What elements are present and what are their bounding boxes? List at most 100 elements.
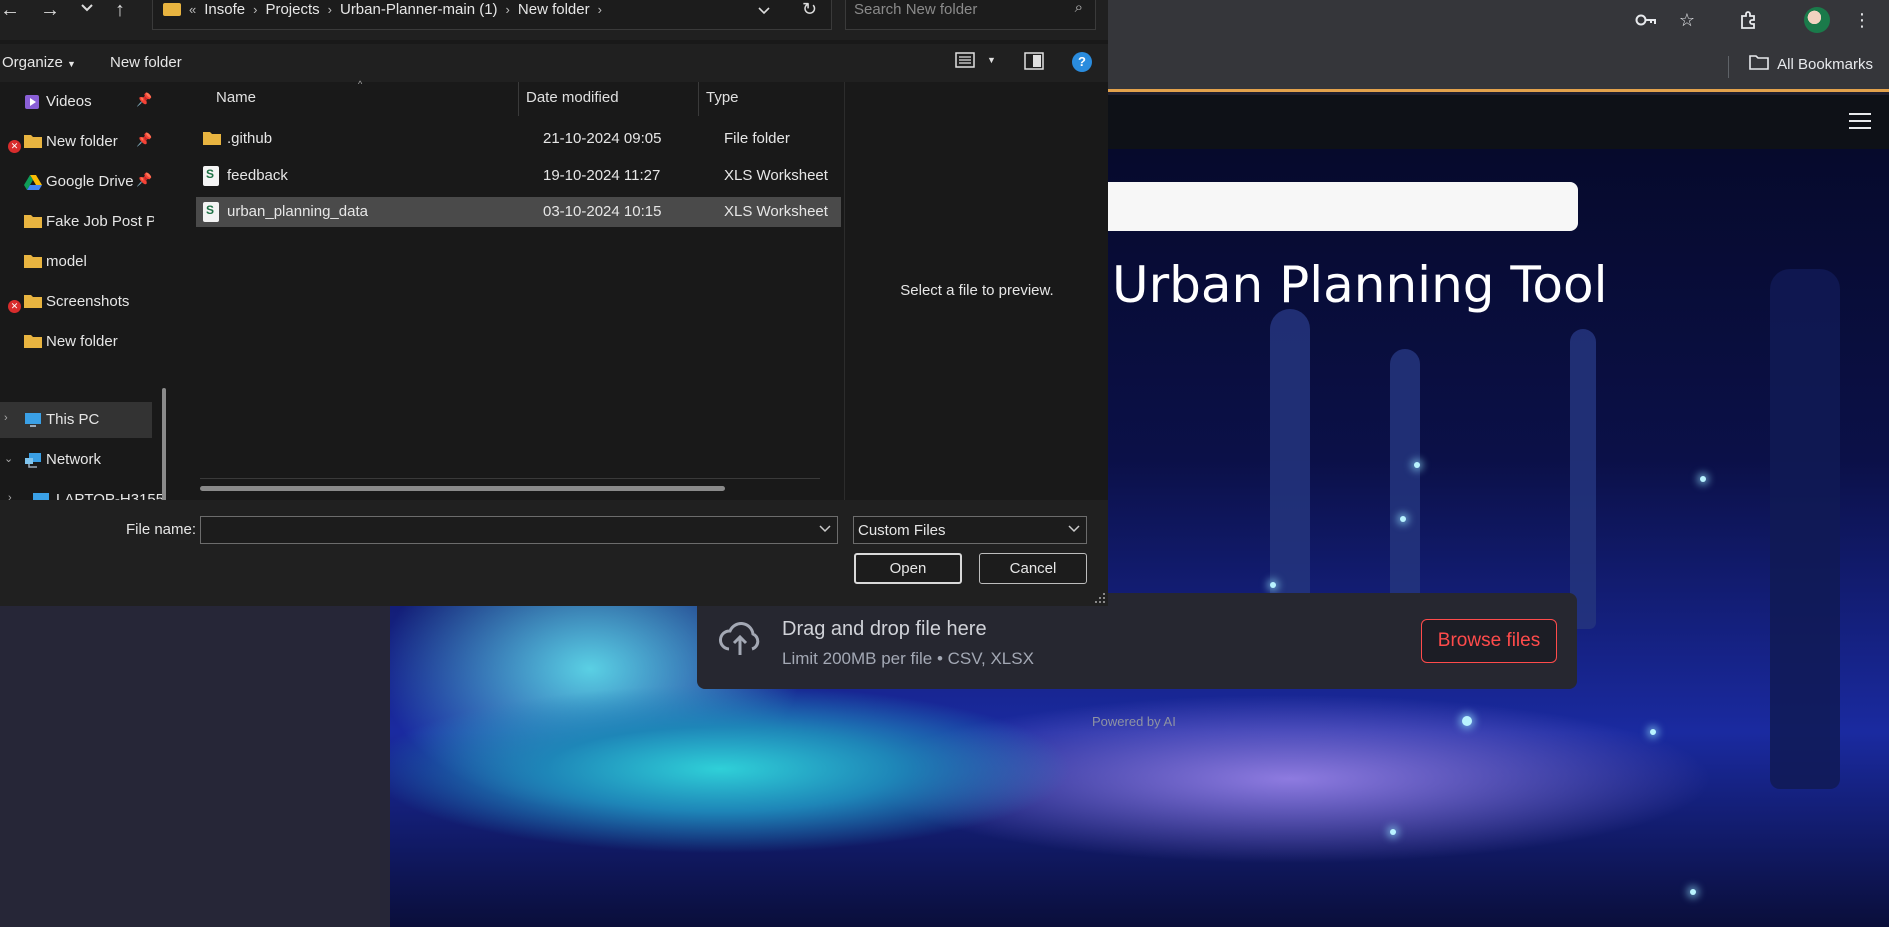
app-input-bar[interactable] — [1108, 182, 1578, 231]
nav-item-this-pc[interactable]: › This PC — [0, 402, 152, 438]
file-type: XLS Worksheet — [724, 203, 828, 220]
sync-error-icon: ✕ — [8, 140, 21, 153]
nav-item-new-folder-pinned[interactable]: ✕ New folder 📌 — [0, 124, 160, 160]
file-name: urban_planning_data — [227, 203, 368, 220]
dropzone-title: Drag and drop file here — [782, 618, 987, 640]
firefly — [1650, 729, 1656, 735]
chevron-right-icon[interactable]: › — [4, 412, 8, 424]
address-bar[interactable]: « Insofe › Projects › Urban-Planner-main… — [152, 0, 832, 30]
breadcrumb-item-projects[interactable]: Projects — [265, 1, 319, 18]
view-dropdown-caret-icon[interactable]: ▼ — [987, 55, 996, 65]
column-header-date[interactable]: Date modified — [526, 89, 619, 106]
nav-item-model[interactable]: model — [0, 244, 160, 280]
file-row[interactable]: feedback 19-10-2024 11:27 XLS Worksheet — [196, 161, 841, 191]
browser-menu-icon[interactable]: ⋮ — [1848, 6, 1876, 34]
firefly — [1690, 889, 1696, 895]
folder-icon — [24, 334, 42, 352]
hamburger-menu-icon[interactable] — [1849, 113, 1871, 129]
nav-item-videos[interactable]: Videos 📌 — [0, 84, 160, 120]
file-type-filter-value: Custom Files — [858, 522, 946, 539]
file-name-input[interactable] — [200, 516, 838, 544]
chevron-right-icon[interactable]: › — [253, 2, 257, 17]
breadcrumb: « Insofe › Projects › Urban-Planner-main… — [163, 1, 602, 18]
search-input[interactable]: Search New folder ⌕ — [845, 0, 1096, 30]
forward-arrow-icon[interactable]: → — [40, 0, 60, 24]
bookmark-star-icon[interactable]: ☆ — [1673, 6, 1701, 34]
nav-item-label: Fake Job Post Pre — [46, 213, 154, 230]
help-icon[interactable]: ? — [1072, 52, 1092, 72]
nav-item-label: Network — [46, 451, 102, 468]
file-type-filter-select[interactable]: Custom Files — [853, 516, 1087, 544]
new-folder-button[interactable]: New folder — [110, 54, 182, 71]
address-dropdown-icon[interactable] — [757, 3, 771, 19]
cancel-button[interactable]: Cancel — [979, 553, 1087, 584]
breadcrumb-overflow[interactable]: « — [189, 2, 196, 17]
resize-grip-icon[interactable] — [1094, 592, 1106, 604]
folder-icon — [24, 214, 42, 232]
file-date: 03-10-2024 10:15 — [543, 203, 662, 220]
nav-item-network[interactable]: ⌄ Network — [0, 442, 160, 478]
all-bookmarks-button[interactable]: All Bookmarks — [1749, 54, 1873, 74]
organize-menu-button[interactable]: Organize ▼ — [2, 54, 76, 71]
back-arrow-icon[interactable]: ← — [0, 0, 20, 24]
page-title: Urban Planning Tool — [1112, 256, 1608, 314]
column-header-type[interactable]: Type — [706, 89, 739, 106]
nav-item-new-folder[interactable]: New folder — [0, 324, 160, 360]
dropzone-limit-text: Limit 200MB per file • CSV, XLSX — [782, 649, 1034, 668]
chevron-right-icon[interactable]: › — [328, 2, 332, 17]
column-header-name[interactable]: Name — [216, 89, 256, 106]
horizontal-scrollbar[interactable] — [200, 486, 725, 491]
dropdown-caret-icon: ▼ — [67, 59, 76, 69]
tree-shape — [1570, 329, 1596, 629]
horizontal-scroll-track — [200, 478, 820, 479]
column-divider[interactable] — [698, 82, 699, 116]
browse-files-button[interactable]: Browse files — [1421, 619, 1557, 663]
recent-locations-chevron-icon[interactable] — [80, 0, 94, 22]
firefly — [1700, 476, 1706, 482]
breadcrumb-item-new-folder[interactable]: New folder — [518, 1, 590, 18]
column-divider[interactable] — [518, 82, 519, 116]
preview-pane-icon[interactable] — [1024, 52, 1044, 75]
file-uploader-dropzone[interactable]: Drag and drop file here Limit 200MB per … — [697, 593, 1577, 689]
chevron-down-icon[interactable]: ⌄ — [4, 452, 13, 465]
breadcrumb-item-urban-planner[interactable]: Urban-Planner-main (1) — [340, 1, 498, 18]
pin-icon: 📌 — [136, 92, 153, 107]
password-key-icon[interactable] — [1632, 6, 1660, 34]
file-row[interactable]: .github 21-10-2024 09:05 File folder — [196, 124, 841, 154]
view-options-icon[interactable] — [955, 52, 975, 73]
file-date: 21-10-2024 09:05 — [543, 130, 662, 147]
organize-label: Organize — [2, 54, 63, 71]
this-pc-icon — [24, 412, 42, 432]
folder-icon — [24, 134, 42, 152]
file-type: File folder — [724, 130, 790, 147]
breadcrumb-item-insofe[interactable]: Insofe — [204, 1, 245, 18]
file-name-label: File name: — [126, 521, 197, 538]
refresh-icon[interactable]: ↻ — [802, 0, 817, 20]
extensions-icon[interactable] — [1735, 6, 1763, 34]
chevron-right-icon[interactable]: › — [506, 2, 510, 17]
nav-item-laptop[interactable]: › LAPTOP-H3155 — [0, 482, 164, 500]
screen: ☆ ⋮ All Bookmarks Urban Planning Tool Dr… — [0, 0, 1889, 927]
file-row-selected[interactable]: urban_planning_data 03-10-2024 10:15 XLS… — [196, 197, 841, 227]
cloud-upload-icon — [717, 619, 763, 659]
chevron-right-icon[interactable]: › — [8, 492, 12, 500]
computer-icon — [32, 492, 50, 500]
chevron-right-icon[interactable]: › — [598, 2, 602, 17]
pin-icon: 📌 — [136, 132, 153, 147]
nav-scrollbar[interactable] — [162, 388, 166, 500]
chevron-down-icon[interactable] — [819, 522, 831, 536]
open-button[interactable]: Open — [854, 553, 962, 584]
folder-icon — [1749, 54, 1769, 74]
search-icon[interactable]: ⌕ — [1075, 0, 1083, 16]
profile-avatar[interactable] — [1803, 6, 1831, 34]
nav-item-screenshots[interactable]: ✕ Screenshots — [0, 284, 160, 320]
nav-item-google-drive[interactable]: Google Drive 📌 — [0, 164, 160, 200]
file-open-dialog: ← → ↑ « Insofe › Projects › Urban-Planne… — [0, 0, 1108, 606]
file-name: feedback — [227, 167, 288, 184]
pin-icon: 📌 — [136, 172, 153, 187]
sync-error-icon: ✕ — [8, 300, 21, 313]
up-arrow-icon[interactable]: ↑ — [115, 0, 125, 24]
search-placeholder: Search New folder — [854, 1, 978, 18]
nav-item-fake-job-post[interactable]: Fake Job Post Pre — [0, 204, 160, 240]
chevron-down-icon — [1068, 522, 1080, 536]
